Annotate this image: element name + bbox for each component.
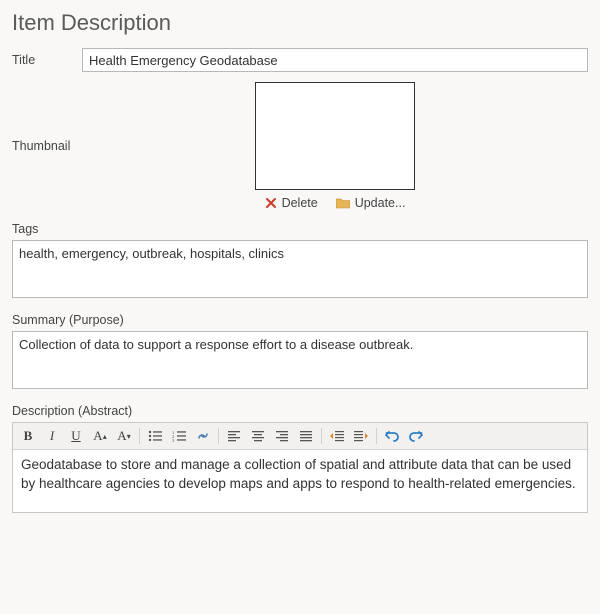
numbered-list-button[interactable]: 1 2 3 [168, 426, 190, 446]
thumbnail-label: Thumbnail [12, 139, 82, 153]
update-label: Update... [355, 196, 406, 210]
separator [376, 428, 377, 444]
summary-group: Summary (Purpose) [12, 313, 588, 392]
align-left-icon [227, 430, 241, 442]
page-title: Item Description [12, 10, 588, 36]
delete-icon [265, 197, 277, 209]
align-left-button[interactable] [223, 426, 245, 446]
undo-icon [384, 429, 400, 443]
bold-button[interactable]: B [17, 426, 39, 446]
numbered-list-icon: 1 2 3 [172, 430, 186, 442]
bullet-list-icon [148, 430, 162, 442]
outdent-icon [329, 430, 345, 442]
thumbnail-update-button[interactable]: Update... [336, 196, 406, 210]
separator [218, 428, 219, 444]
redo-button[interactable] [405, 426, 427, 446]
tags-label: Tags [12, 222, 588, 236]
bullet-list-button[interactable] [144, 426, 166, 446]
summary-label: Summary (Purpose) [12, 313, 588, 327]
description-label: Description (Abstract) [12, 404, 588, 418]
align-justify-icon [299, 430, 313, 442]
tags-group: Tags [12, 222, 588, 301]
align-center-icon [251, 430, 265, 442]
redo-icon [408, 429, 424, 443]
title-input[interactable] [82, 48, 588, 72]
folder-icon [336, 197, 350, 209]
align-right-icon [275, 430, 289, 442]
grow-font-button[interactable]: A▴ [89, 426, 111, 446]
hyperlink-button[interactable] [192, 426, 214, 446]
description-editor: B I U A▴ A▾ [12, 422, 588, 513]
delete-label: Delete [282, 196, 318, 210]
caret-up-icon: ▴ [103, 432, 107, 441]
tags-input[interactable] [12, 240, 588, 298]
link-icon [196, 430, 210, 442]
thumbnail-actions: Delete Update... [265, 196, 406, 210]
underline-button[interactable]: U [65, 426, 87, 446]
item-description-panel: Item Description Title Thumbnail Delete [0, 0, 600, 527]
title-label: Title [12, 53, 82, 67]
thumbnail-row: Thumbnail Delete Update... [12, 82, 588, 210]
thumbnail-preview[interactable] [255, 82, 415, 190]
separator [321, 428, 322, 444]
summary-input[interactable] [12, 331, 588, 389]
outdent-button[interactable] [326, 426, 348, 446]
align-justify-button[interactable] [295, 426, 317, 446]
caret-down-icon: ▾ [127, 432, 131, 441]
indent-icon [353, 430, 369, 442]
shrink-font-button[interactable]: A▾ [113, 426, 135, 446]
separator [139, 428, 140, 444]
description-group: Description (Abstract) B I U A▴ A▾ [12, 404, 588, 513]
thumbnail-delete-button[interactable]: Delete [265, 196, 318, 210]
svg-text:3: 3 [172, 438, 175, 442]
rich-text-toolbar: B I U A▴ A▾ [13, 423, 587, 450]
italic-button[interactable]: I [41, 426, 63, 446]
align-center-button[interactable] [247, 426, 269, 446]
indent-button[interactable] [350, 426, 372, 446]
title-row: Title [12, 48, 588, 72]
align-right-button[interactable] [271, 426, 293, 446]
description-input[interactable]: Geodatabase to store and manage a collec… [13, 450, 587, 512]
undo-button[interactable] [381, 426, 403, 446]
